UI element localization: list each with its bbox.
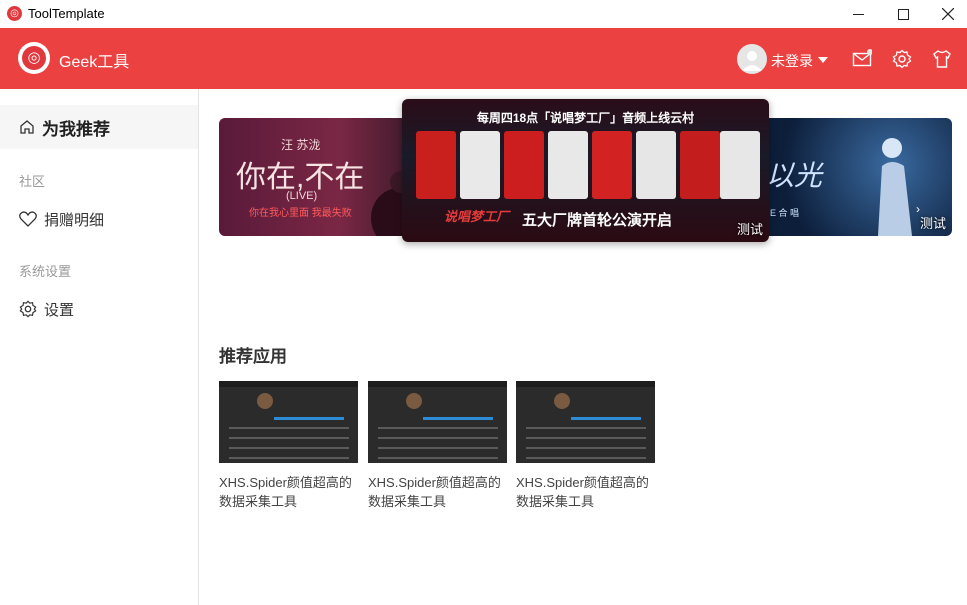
performer-image — [592, 131, 632, 199]
heart-icon — [19, 211, 37, 227]
banner-subtitle: E 合 唱 — [770, 208, 800, 218]
gear-icon — [19, 300, 37, 318]
app-card-title: XHS.Spider颜值超高的数据采集工具 — [368, 475, 501, 509]
sidebar-item-donations[interactable]: 捐赠明细 — [0, 197, 198, 241]
app-card-title: XHS.Spider颜值超高的数据采集工具 — [219, 475, 352, 509]
app-card[interactable]: XHS.Spider颜值超高的数据采集工具 — [368, 381, 507, 511]
banner-live-label: (LIVE) — [286, 190, 318, 202]
banner-subtitle: 你在我心里面 我最失败 — [249, 208, 352, 219]
sidebar-item-settings[interactable]: 设置 — [0, 287, 198, 331]
app-card-title: XHS.Spider颜值超高的数据采集工具 — [516, 475, 649, 509]
app-card[interactable]: XHS.Spider颜值超高的数据采集工具 — [516, 381, 655, 511]
app-thumbnail — [219, 381, 358, 463]
window-title: ToolTemplate — [28, 6, 105, 21]
show-logo: 说唱梦工厂 — [444, 209, 510, 224]
home-icon — [20, 120, 34, 134]
section-title: 推荐应用 — [219, 347, 287, 366]
banner-slide-left[interactable]: 汪 苏泷 你在,不在 (LIVE) 你在我心里面 我最失败 — [219, 118, 419, 236]
sidebar-item-label: 设置 — [44, 301, 75, 319]
performer-image — [416, 131, 456, 199]
minimize-button[interactable] — [835, 0, 881, 28]
app-logo-icon: ◎ — [7, 6, 22, 21]
close-button[interactable] — [925, 0, 967, 28]
settings-icon[interactable] — [892, 49, 912, 69]
banner-slide-active[interactable]: 每周四18点「说唱梦工厂」音频上线云村 说唱梦工厂 五大厂牌首轮公演开启 测试 — [402, 99, 769, 242]
sidebar-section-community: 社区 — [19, 174, 46, 189]
mail-icon[interactable] — [852, 49, 872, 69]
chevron-down-icon[interactable] — [818, 57, 828, 63]
banner-headline: 每周四18点「说唱梦工厂」音频上线云村 — [476, 111, 695, 125]
performer-image — [680, 131, 720, 199]
maximize-button[interactable] — [880, 0, 926, 28]
banner-slide-right[interactable]: 以光 E 合 唱 › 测试 — [752, 118, 952, 236]
user-icon — [742, 51, 762, 71]
login-link[interactable]: 未登录 — [771, 51, 813, 71]
sidebar-item-recommend[interactable]: 为我推荐 — [0, 105, 198, 149]
brand-name: Geek工具 — [59, 54, 130, 71]
sidebar-section-system: 系统设置 — [19, 264, 72, 279]
title-bar: ◎ ToolTemplate — [0, 0, 967, 28]
performer-image — [636, 131, 676, 199]
brand-logo-icon[interactable]: ◎ — [18, 42, 50, 74]
performer-image — [504, 131, 544, 199]
sidebar-item-label: 捐赠明细 — [44, 211, 105, 229]
banner-artist: 汪 苏泷 — [281, 138, 321, 152]
sidebar-item-label: 为我推荐 — [42, 119, 110, 139]
performer-image — [720, 131, 760, 199]
app-card[interactable]: XHS.Spider颜值超高的数据采集工具 — [219, 381, 358, 511]
performer-image — [460, 131, 500, 199]
banner-tag: 测试 — [919, 216, 946, 231]
banner-tag: 测试 — [736, 222, 763, 237]
banner-title: 以光 — [766, 160, 823, 191]
performer-image — [548, 131, 588, 199]
sidebar: 为我推荐 社区 捐赠明细 系统设置 设置 — [0, 89, 199, 605]
app-header: ◎ Geek工具 未登录 — [0, 28, 967, 89]
skin-icon[interactable] — [932, 49, 952, 69]
app-thumbnail — [368, 381, 507, 463]
banner-caption: 五大厂牌首轮公演开启 — [522, 212, 673, 229]
user-avatar[interactable] — [737, 44, 767, 74]
app-thumbnail — [516, 381, 655, 463]
